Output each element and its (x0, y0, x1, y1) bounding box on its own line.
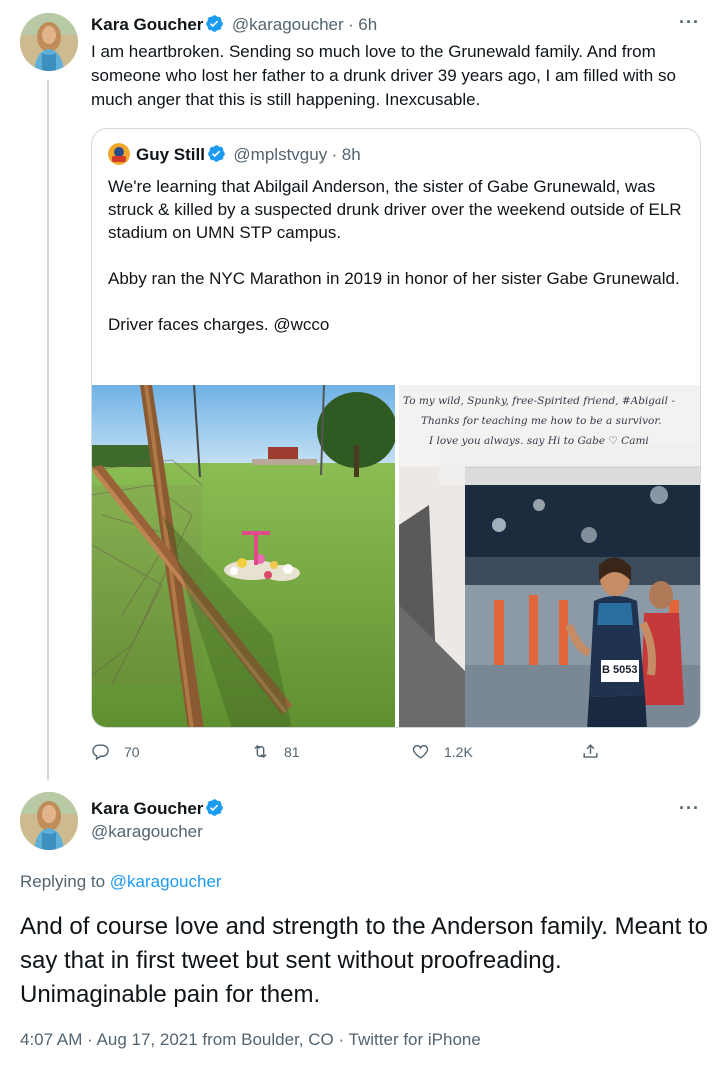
verified-badge-icon (205, 798, 224, 817)
handwritten-note-line: Thanks for teaching me how to be a survi… (421, 415, 662, 427)
memorial-photo[interactable] (92, 385, 395, 727)
retweet-icon (254, 744, 267, 759)
tweet-text: I am heartbroken. Sending so much love t… (91, 42, 676, 109)
tweet-header: Kara Goucher (91, 798, 227, 819)
quoted-paragraph: We're learning that Abilgail Anderson, t… (108, 177, 682, 242)
handwritten-note-line: I love you always. say Hi to Gabe ♡ Cami (429, 435, 649, 447)
quoted-tweet-card[interactable]: Guy Still @mplstvguy · 8h We're learning… (91, 128, 701, 728)
replying-to: Replying to @karagoucher (20, 872, 222, 892)
avatar[interactable] (20, 13, 78, 71)
quoted-tweet-text: We're learning that Abilgail Anderson, t… (108, 175, 688, 359)
verified-badge-icon (207, 144, 226, 163)
verified-badge-icon (205, 14, 224, 33)
quoted-tweet-time: 8h (341, 145, 361, 164)
reply-button[interactable]: 70 (91, 742, 140, 761)
author-name[interactable]: Kara Goucher (91, 799, 203, 818)
replying-to-link[interactable]: @karagoucher (110, 872, 222, 891)
quoted-author-name: Guy Still (136, 145, 205, 164)
quoted-paragraph: Abby ran the NYC Marathon in 2019 in hon… (108, 269, 680, 288)
like-count: 1.2K (444, 744, 473, 760)
retweet-count: 81 (284, 744, 300, 760)
retweet-button[interactable]: 81 (251, 742, 300, 761)
replying-to-label: Replying to (20, 872, 106, 891)
share-icon (583, 744, 598, 758)
like-button[interactable]: 1.2K (411, 742, 473, 761)
like-icon (412, 744, 429, 759)
avatar[interactable] (20, 792, 78, 850)
author-name[interactable]: Kara Goucher (91, 15, 203, 34)
race-bib: B 5053 (602, 664, 638, 676)
tweet-time[interactable]: 6h (358, 15, 377, 34)
separator-dot: · (331, 145, 338, 164)
share-button[interactable] (581, 742, 614, 761)
quoted-media: To my wild, Spunky, free-Spirited friend… (92, 385, 700, 727)
more-options-icon[interactable]: ··· (679, 12, 700, 33)
quoted-avatar (108, 143, 130, 165)
thread-connector-line (47, 80, 49, 780)
separator-dot: · (348, 15, 354, 34)
author-handle[interactable]: @karagoucher (232, 15, 344, 34)
tweet-text: And of course love and strength to the A… (20, 913, 708, 1008)
reply-icon (92, 744, 109, 761)
handwritten-note-line: To my wild, Spunky, free-Spirited friend… (403, 395, 675, 407)
runner-photo-with-note[interactable]: To my wild, Spunky, free-Spirited friend… (399, 385, 700, 727)
tweet-actions: 70 81 1.2K (91, 738, 701, 768)
tweet-header: Kara Goucher @karagoucher · 6h (91, 14, 377, 35)
quoted-author-handle: @mplstvguy (233, 145, 328, 164)
author-handle[interactable]: @karagoucher (91, 822, 203, 842)
reply-count: 70 (124, 744, 140, 760)
quoted-paragraph: Driver faces charges. @wcco (108, 315, 330, 334)
more-options-icon[interactable]: ··· (679, 798, 700, 819)
quoted-tweet-header: Guy Still @mplstvguy · 8h (108, 143, 361, 165)
tweet-timestamp[interactable]: 4:07 AM · Aug 17, 2021 from Boulder, CO … (20, 1030, 481, 1050)
